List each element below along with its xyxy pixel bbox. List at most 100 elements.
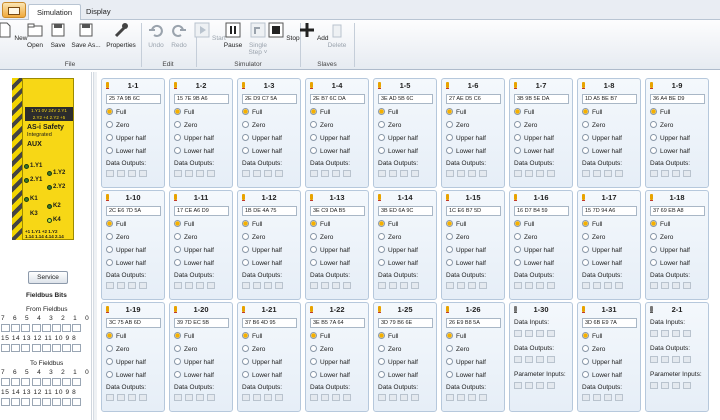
bit-box[interactable]	[106, 170, 114, 177]
bit-box[interactable]	[253, 282, 261, 289]
bit-box[interactable]	[683, 382, 691, 389]
bit-box[interactable]	[536, 282, 544, 289]
bit-box[interactable]	[264, 282, 272, 289]
bit-box[interactable]	[378, 282, 386, 289]
radio-icon[interactable]	[310, 358, 317, 365]
radio-icon[interactable]	[446, 259, 453, 266]
bit-box[interactable]	[661, 282, 669, 289]
bit-box[interactable]	[525, 330, 533, 337]
radio-icon[interactable]	[174, 147, 181, 154]
bit-box[interactable]	[514, 170, 522, 177]
bit-box[interactable]	[514, 282, 522, 289]
bit-box[interactable]	[650, 282, 658, 289]
bit-box[interactable]	[514, 382, 522, 389]
radio-icon[interactable]	[174, 332, 181, 339]
bit-box[interactable]	[604, 282, 612, 289]
radio-icon[interactable]	[106, 246, 113, 253]
option-lower-half[interactable]: Lower half	[310, 371, 350, 379]
radio-icon[interactable]	[106, 220, 113, 227]
bit-box[interactable]	[62, 324, 72, 332]
bit-box[interactable]	[389, 282, 397, 289]
option-lower-half[interactable]: Lower half	[174, 371, 214, 379]
bit-box[interactable]	[468, 282, 476, 289]
radio-icon[interactable]	[242, 147, 249, 154]
bit-box[interactable]	[264, 170, 272, 177]
slave-card[interactable]: 1-1 25 7A 9B 6C Full Zero Upper half Lower ha…	[101, 78, 165, 188]
bit-box[interactable]	[615, 170, 623, 177]
option-upper-half[interactable]: Upper half	[106, 134, 146, 142]
option-full[interactable]: Full	[582, 220, 602, 228]
bit-box[interactable]	[128, 394, 136, 401]
radio-icon[interactable]	[242, 233, 249, 240]
bit-box[interactable]	[411, 394, 419, 401]
slave-id-field[interactable]: 16 D7 B4 59	[514, 206, 569, 216]
bit-box[interactable]	[582, 170, 590, 177]
bit-box[interactable]	[615, 282, 623, 289]
properties-button[interactable]: Properties	[104, 22, 138, 62]
slave-card[interactable]: 1-5 3E AD 5B 6C Full Zero Upper half Lower ha…	[373, 78, 437, 188]
radio-icon[interactable]	[446, 121, 453, 128]
option-full[interactable]: Full	[514, 108, 534, 116]
option-zero[interactable]: Zero	[650, 233, 673, 241]
bit-box[interactable]	[310, 170, 318, 177]
radio-icon[interactable]	[582, 332, 589, 339]
option-upper-half[interactable]: Upper half	[582, 246, 622, 254]
radio-icon[interactable]	[174, 358, 181, 365]
option-full[interactable]: Full	[106, 332, 126, 340]
slave-id-field[interactable]: 3B ED 6A 9C	[378, 206, 433, 216]
option-upper-half[interactable]: Upper half	[310, 246, 350, 254]
option-upper-half[interactable]: Upper half	[378, 358, 418, 366]
bit-box[interactable]	[468, 394, 476, 401]
radio-icon[interactable]	[582, 259, 589, 266]
option-upper-half[interactable]: Upper half	[378, 246, 418, 254]
radio-icon[interactable]	[650, 233, 657, 240]
bit-box[interactable]	[310, 394, 318, 401]
bit-box[interactable]	[185, 394, 193, 401]
slave-card[interactable]: 1-21 37 B6 4D 95 Full Zero Upper half Lower h…	[237, 302, 301, 412]
bit-box[interactable]	[106, 394, 114, 401]
radio-icon[interactable]	[242, 259, 249, 266]
slave-id-field[interactable]: 15 7E 9B A6	[174, 94, 229, 104]
option-upper-half[interactable]: Upper half	[106, 358, 146, 366]
option-lower-half[interactable]: Lower half	[582, 147, 622, 155]
option-lower-half[interactable]: Lower half	[582, 259, 622, 267]
slave-card[interactable]: 1-11 17 CE A6 D9 Full Zero Upper half Lower h…	[169, 190, 233, 300]
slave-id-field[interactable]: 37 69 EB A8	[650, 206, 705, 216]
option-upper-half[interactable]: Upper half	[582, 134, 622, 142]
option-full[interactable]: Full	[378, 332, 398, 340]
option-full[interactable]: Full	[242, 108, 262, 116]
bit-box[interactable]	[106, 282, 114, 289]
slave-card[interactable]: 1-30 Data Inputs: Data Outputs: Parameter I…	[509, 302, 573, 412]
radio-icon[interactable]	[378, 371, 385, 378]
radio-icon[interactable]	[446, 220, 453, 227]
slave-id-field[interactable]: 27 AE D5 C6	[446, 94, 501, 104]
bit-box[interactable]	[650, 170, 658, 177]
option-full[interactable]: Full	[174, 108, 194, 116]
option-zero[interactable]: Zero	[582, 345, 605, 353]
option-lower-half[interactable]: Lower half	[582, 371, 622, 379]
bit-box[interactable]	[275, 170, 283, 177]
option-lower-half[interactable]: Lower half	[242, 259, 282, 267]
option-zero[interactable]: Zero	[514, 233, 537, 241]
option-upper-half[interactable]: Upper half	[378, 134, 418, 142]
bit-box[interactable]	[31, 344, 41, 352]
option-zero[interactable]: Zero	[242, 345, 265, 353]
slave-id-field[interactable]: 3C 75 AB 6D	[106, 318, 161, 328]
option-lower-half[interactable]: Lower half	[310, 259, 350, 267]
bit-box[interactable]	[343, 394, 351, 401]
bit-box[interactable]	[582, 282, 590, 289]
bit-box[interactable]	[479, 282, 487, 289]
radio-icon[interactable]	[310, 233, 317, 240]
option-upper-half[interactable]: Upper half	[242, 246, 282, 254]
option-zero[interactable]: Zero	[310, 233, 333, 241]
bit-box[interactable]	[242, 170, 250, 177]
option-lower-half[interactable]: Lower half	[242, 371, 282, 379]
bit-box[interactable]	[41, 324, 51, 332]
bit-box[interactable]	[196, 394, 204, 401]
bit-box[interactable]	[593, 170, 601, 177]
bit-box[interactable]	[139, 394, 147, 401]
radio-icon[interactable]	[446, 108, 453, 115]
slave-card[interactable]: 1-19 3C 75 AB 6D Full Zero Upper half Lower h…	[101, 302, 165, 412]
bit-box[interactable]	[51, 324, 61, 332]
bit-box[interactable]	[593, 394, 601, 401]
